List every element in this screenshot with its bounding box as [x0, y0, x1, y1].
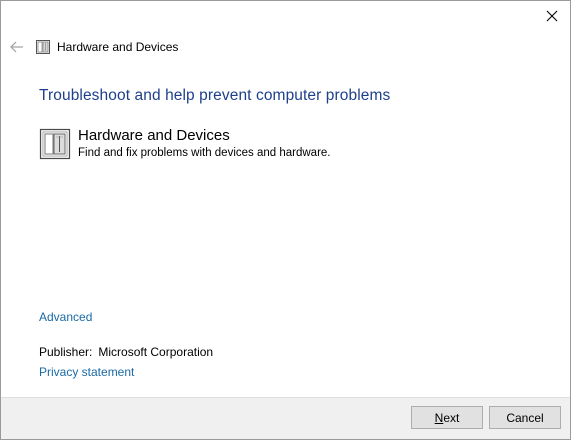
publisher-value: Microsoft Corporation — [98, 345, 214, 359]
hardware-device-icon — [39, 128, 71, 160]
publisher-label: Publisher: — [39, 345, 93, 359]
close-icon — [546, 10, 558, 22]
next-button-label: ext — [443, 410, 460, 425]
hardware-device-icon — [36, 40, 50, 54]
footer-bar: Next Cancel — [1, 397, 570, 439]
page-heading: Troubleshoot and help prevent computer p… — [39, 87, 391, 104]
back-button[interactable] — [7, 38, 27, 56]
advanced-link[interactable]: Advanced — [39, 310, 92, 324]
troubleshooter-name: Hardware and Devices — [78, 127, 230, 144]
troubleshooter-text: Hardware and Devices Find and fix proble… — [78, 127, 331, 159]
privacy-statement-link[interactable]: Privacy statement — [39, 365, 134, 379]
next-button-accesskey: N — [434, 410, 444, 425]
close-button[interactable] — [538, 3, 566, 29]
title-row: Hardware and Devices — [7, 37, 178, 57]
next-button[interactable]: Next — [411, 406, 483, 429]
troubleshooter-window: Hardware and Devices Troubleshoot and he… — [0, 0, 571, 440]
back-arrow-icon — [10, 41, 23, 53]
window-title: Hardware and Devices — [57, 40, 179, 54]
publisher-info: Publisher: Microsoft Corporation — [39, 345, 213, 359]
cancel-button[interactable]: Cancel — [489, 406, 561, 429]
troubleshooter-description: Find and fix problems with devices and h… — [78, 147, 331, 159]
troubleshooter-item: Hardware and Devices Find and fix proble… — [39, 127, 331, 160]
